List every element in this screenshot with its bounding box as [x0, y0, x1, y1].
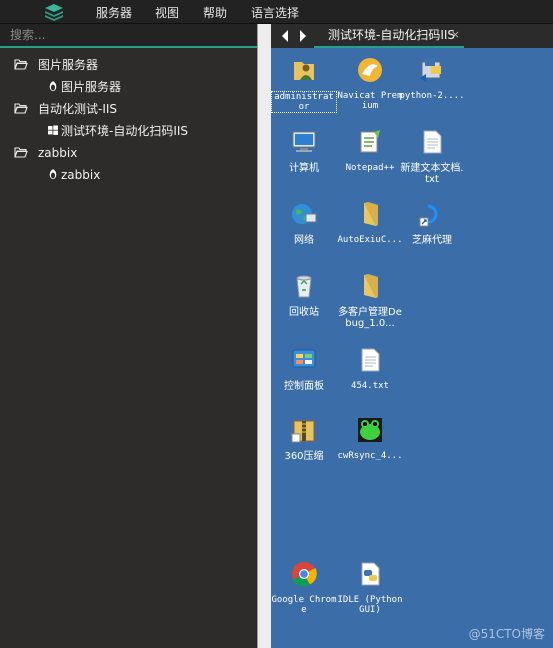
text-file-icon	[423, 130, 442, 154]
desktop-icon-autoexiuc-folder[interactable]: AutoExiuC...	[337, 200, 403, 245]
desktop-icon-label: cwRsync_4...	[337, 451, 403, 461]
notepad-plus-icon	[360, 130, 380, 153]
server-tree-panel: 图片服务器 图片服务器 自动化测试-IIS 测试环境-自动化扫码IIS zabb…	[0, 24, 257, 648]
menu-language[interactable]: 语言选择	[251, 4, 299, 21]
desktop-icon-label: 多客户管理Debug_1.0...	[338, 307, 402, 329]
chrome-icon	[292, 562, 317, 587]
python-installer-icon	[420, 58, 441, 82]
folder-icon	[364, 274, 378, 298]
recycle-bin-icon	[296, 275, 312, 298]
menu-help[interactable]: 帮助	[203, 4, 227, 21]
desktop-icon-454-txt[interactable]: 454.txt	[337, 346, 403, 391]
desktop-icon-label: Notepad++	[345, 163, 395, 173]
desktop-icon-label: Navicat Premium	[337, 91, 403, 111]
desktop-icon-label: AutoExiuC...	[337, 235, 403, 245]
tree-item-test-env-iis[interactable]: 测试环境-自动化扫码IIS	[0, 120, 257, 142]
desktop-icon-navicat[interactable]: Navicat Premium	[337, 56, 403, 111]
desktop-icon-zhima-proxy[interactable]: 芝麻代理	[399, 200, 465, 246]
tree-item-zabbix[interactable]: zabbix	[0, 164, 257, 186]
panel-splitter[interactable]	[257, 24, 271, 648]
session-tab-bar: 测试环境-自动化扫码IIS ×	[271, 24, 553, 48]
tree-item-label: 图片服务器	[61, 80, 122, 94]
desktop-icon-label: IDLE (Python GUI)	[337, 595, 403, 615]
archive-icon	[291, 420, 315, 443]
tree-item-label: zabbix	[61, 168, 101, 182]
tree-group-label: zabbix	[38, 146, 78, 160]
tab-test-env-iis[interactable]: 测试环境-自动化扫码IIS ×	[314, 24, 464, 48]
desktop-icon-label: 454.txt	[351, 381, 389, 391]
computer-icon	[292, 131, 316, 152]
desktop-icon-control-panel[interactable]: 控制面板	[271, 346, 337, 392]
menu-view[interactable]: 视图	[155, 4, 179, 21]
folder-open-icon	[14, 147, 28, 158]
shortcut-app-icon	[419, 204, 438, 227]
control-panel-icon	[292, 349, 316, 368]
desktop-icon-network[interactable]: 网络	[271, 200, 337, 246]
menu-server[interactable]: 服务器	[96, 4, 132, 21]
desktop-icon-label: 360压缩	[284, 451, 324, 462]
desktop-icon-label: 控制面板	[284, 381, 324, 392]
tab-prev-arrow-icon[interactable]	[280, 29, 290, 43]
tree-group-zabbix[interactable]: zabbix	[0, 142, 257, 164]
tree-group-autotest-iis[interactable]: 自动化测试-IIS	[0, 98, 257, 120]
desktop-icon-label: 芝麻代理	[412, 235, 452, 246]
tab-next-arrow-icon[interactable]	[298, 29, 308, 43]
desktop-icon-chrome[interactable]: Google Chrome	[271, 560, 337, 615]
desktop-icon-new-text-file[interactable]: 新建文本文档.txt	[399, 128, 465, 185]
navicat-icon	[358, 58, 382, 82]
desktop-icon-computer[interactable]: 计算机	[271, 128, 337, 174]
tree-item-image-server[interactable]: 图片服务器	[0, 76, 257, 98]
desktop-icon-recycle-bin[interactable]: 回收站	[271, 272, 337, 318]
desktop-icon-debug-folder[interactable]: 多客户管理Debug_1.0...	[337, 272, 403, 329]
desktop-icon-label: Google Chrome	[271, 595, 337, 615]
desktop-icon-label: python-2....	[399, 91, 465, 101]
desktop-icon-label: 网络	[294, 235, 314, 246]
desktop-icon-label: 计算机	[289, 163, 319, 174]
tab-close-icon[interactable]: ×	[451, 24, 460, 46]
desktop-icon-360-zip[interactable]: 360压缩	[271, 416, 337, 462]
folder-icon	[364, 202, 378, 226]
watermark: @51CTO博客	[468, 627, 545, 641]
python-idle-icon	[361, 562, 380, 586]
linux-icon	[49, 81, 57, 92]
tree-group-label: 图片服务器	[38, 58, 99, 72]
tree-item-label: 测试环境-自动化扫码IIS	[61, 124, 189, 138]
folder-open-icon	[14, 59, 28, 70]
text-file-icon	[361, 348, 380, 372]
server-tree: 图片服务器 图片服务器 自动化测试-IIS 测试环境-自动化扫码IIS zabb…	[0, 54, 257, 186]
windows-icon	[48, 125, 58, 135]
user-folder-icon	[294, 62, 314, 80]
tab-label: 测试环境-自动化扫码IIS	[328, 28, 456, 42]
desktop-icon-label: administrator	[271, 91, 337, 113]
desktop-icon-python-installer[interactable]: python-2....	[399, 56, 465, 101]
search-input[interactable]	[0, 24, 257, 46]
network-icon	[292, 204, 317, 224]
desktop-icon-administrator[interactable]: administrator	[271, 56, 337, 113]
desktop-icon-notepadpp[interactable]: Notepad++	[337, 128, 403, 173]
desktop-icon-cwrsync[interactable]: cwRsync_4...	[337, 416, 403, 461]
frog-icon	[358, 418, 382, 442]
tree-group-label: 自动化测试-IIS	[38, 102, 118, 116]
tree-group-image-server[interactable]: 图片服务器	[0, 54, 257, 76]
desktop-icon-label: 回收站	[289, 307, 319, 318]
desktop-icon-label: 新建文本文档.txt	[400, 163, 464, 185]
app-logo-icon	[45, 4, 63, 21]
linux-icon	[49, 169, 57, 180]
desktop-icon-python-idle[interactable]: IDLE (Python GUI)	[337, 560, 403, 615]
remote-desktop[interactable]: administrator Navicat Premium python-2..…	[271, 48, 553, 648]
top-menu-bar: 服务器 视图 帮助 语言选择	[0, 0, 553, 24]
folder-open-icon	[14, 103, 28, 114]
search-box	[0, 24, 257, 48]
